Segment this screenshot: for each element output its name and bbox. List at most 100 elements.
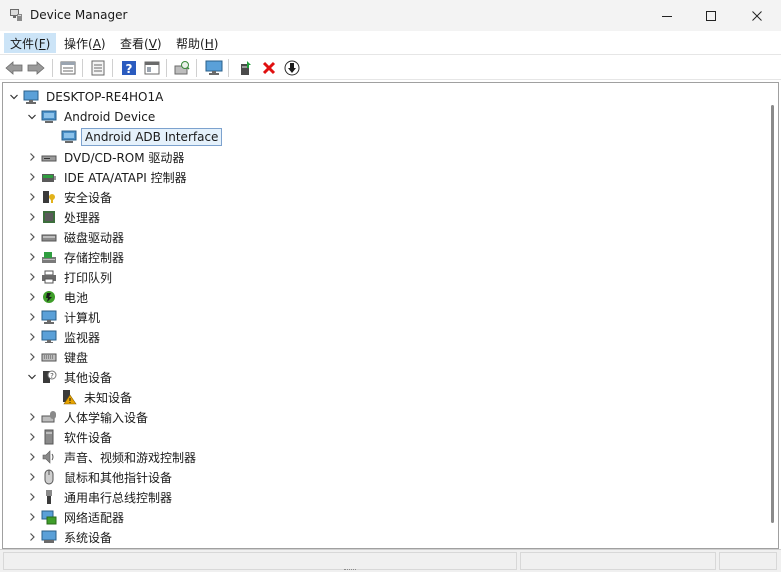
chevron-right-icon[interactable] [25, 170, 39, 184]
chevron-right-icon[interactable] [25, 510, 39, 524]
vertical-scrollbar[interactable] [771, 105, 774, 523]
scan-hardware-icon [174, 61, 190, 75]
device-tree[interactable]: DESKTOP-RE4HO1A Android Device Android A… [2, 82, 779, 549]
tree-node-android-device[interactable]: Android Device [25, 107, 158, 127]
svg-text:?: ? [126, 62, 133, 76]
tree-node-label: 磁盘驱动器 [64, 230, 125, 245]
chevron-right-icon[interactable] [25, 350, 39, 364]
network-adapter-icon [41, 510, 57, 525]
menu-view-suffix: ) [156, 37, 162, 51]
chevron-right-icon[interactable] [25, 470, 39, 484]
chevron-right-icon[interactable] [25, 490, 39, 504]
uninstall-device-button[interactable] [259, 58, 279, 78]
toolbar: ? [0, 54, 781, 80]
tree-node-label: 监视器 [64, 330, 101, 345]
menu-view[interactable]: 查看(V) [114, 33, 168, 53]
properties-sheet-button[interactable] [58, 58, 78, 78]
menu-file-accel: F [38, 37, 46, 51]
minimize-button[interactable] [644, 0, 690, 31]
toolbar-separator [196, 59, 197, 77]
tree-node-print-queues[interactable]: 打印队列 [25, 267, 115, 287]
chevron-right-icon[interactable] [25, 530, 39, 544]
tree-node-usb-controllers[interactable]: 通用串行总线控制器 [25, 487, 175, 507]
update-driver-list-button[interactable] [88, 58, 108, 78]
monitor-icon [41, 330, 57, 343]
view-icon [144, 61, 160, 75]
tree-node-dvd-cdrom[interactable]: DVD/CD-ROM 驱动器 [25, 147, 187, 167]
tree-node-unknown-device[interactable]: 未知设备 [61, 387, 135, 407]
chevron-down-icon[interactable] [25, 370, 39, 384]
menu-file-suffix: ) [45, 37, 51, 51]
back-icon [5, 61, 23, 75]
tree-node-batteries[interactable]: 电池 [25, 287, 91, 307]
chevron-right-icon[interactable] [25, 290, 39, 304]
tree-node-software-devices[interactable]: 软件设备 [25, 427, 115, 447]
tree-node-mice[interactable]: 鼠标和其他指针设备 [25, 467, 175, 487]
chevron-right-icon[interactable] [25, 210, 39, 224]
chevron-right-icon[interactable] [25, 190, 39, 204]
menu-action[interactable]: 操作(A) [58, 33, 112, 53]
sound-icon [42, 450, 54, 464]
tree-node-label: 安全设备 [64, 190, 113, 205]
menu-file-label: 文件( [10, 37, 39, 51]
enable-device-button[interactable] [236, 58, 256, 78]
chevron-right-icon[interactable] [25, 230, 39, 244]
tree-node-processors[interactable]: 处理器 [25, 207, 103, 227]
dvd-drive-icon [41, 155, 57, 162]
android-device-icon [41, 110, 57, 123]
ide-controller-icon [42, 174, 56, 182]
chevron-right-icon[interactable] [25, 250, 39, 264]
chevron-right-icon[interactable] [25, 330, 39, 344]
view-button[interactable] [142, 58, 162, 78]
menu-help[interactable]: 帮助(H) [170, 33, 224, 53]
tree-node-computer[interactable]: 计算机 [25, 307, 103, 327]
close-button[interactable] [734, 0, 780, 31]
monitor-button[interactable] [204, 58, 224, 78]
chevron-down-icon[interactable] [7, 90, 21, 104]
title-bar: Device Manager [0, 0, 781, 31]
chevron-right-icon[interactable] [25, 310, 39, 324]
tree-node-android-adb-interface[interactable]: Android ADB Interface [61, 127, 223, 147]
tree-node-hid[interactable]: 人体学输入设备 [25, 407, 151, 427]
scan-hardware-button[interactable] [172, 58, 192, 78]
download-driver-icon [284, 60, 300, 76]
tree-node-keyboards[interactable]: 键盘 [25, 347, 91, 367]
download-driver-button[interactable] [282, 58, 302, 78]
battery-icon [43, 291, 55, 303]
menu-file[interactable]: 文件(F) [4, 33, 57, 53]
toolbar-separator [166, 59, 167, 77]
tree-node-disk-drives[interactable]: 磁盘驱动器 [25, 227, 127, 247]
tree-node-label: 声音、视频和游戏控制器 [64, 450, 197, 465]
tree-node-sound-video-game[interactable]: 声音、视频和游戏控制器 [25, 447, 199, 467]
tree-root-label: DESKTOP-RE4HO1A [46, 90, 164, 104]
forward-button[interactable] [26, 58, 46, 78]
tree-node-other-devices[interactable]: ? 其他设备 [25, 367, 115, 387]
menu-action-label: 操作( [64, 37, 93, 51]
tree-node-security-devices[interactable]: 安全设备 [25, 187, 115, 207]
status-segment [719, 552, 777, 570]
tree-node-network-adapters[interactable]: 网络适配器 [25, 507, 127, 527]
tree-node-storage-controllers[interactable]: 存储控制器 [25, 247, 127, 267]
chevron-right-icon[interactable] [25, 150, 39, 164]
help-button[interactable]: ? [119, 58, 139, 78]
chevron-right-icon[interactable] [25, 270, 39, 284]
tree-node-ide-ata-atapi[interactable]: IDE ATA/ATAPI 控制器 [25, 167, 190, 187]
update-driver-list-icon [91, 60, 105, 76]
tree-root[interactable]: DESKTOP-RE4HO1A [7, 87, 166, 107]
svg-text:?: ? [50, 372, 54, 380]
keyboard-icon [41, 353, 57, 362]
back-button[interactable] [4, 58, 24, 78]
tree-node-system-devices[interactable]: 系统设备 [25, 527, 115, 547]
adb-interface-icon [61, 130, 77, 143]
chevron-right-icon[interactable] [25, 450, 39, 464]
tree-node-monitors[interactable]: 监视器 [25, 327, 103, 347]
chevron-right-icon[interactable] [25, 430, 39, 444]
toolbar-separator [112, 59, 113, 77]
status-segment [3, 552, 517, 570]
tree-node-label: 未知设备 [84, 390, 133, 405]
toolbar-separator [82, 59, 83, 77]
maximize-button[interactable] [688, 0, 734, 31]
chevron-down-icon[interactable] [25, 110, 39, 124]
help-icon: ? [122, 61, 136, 76]
chevron-right-icon[interactable] [25, 410, 39, 424]
